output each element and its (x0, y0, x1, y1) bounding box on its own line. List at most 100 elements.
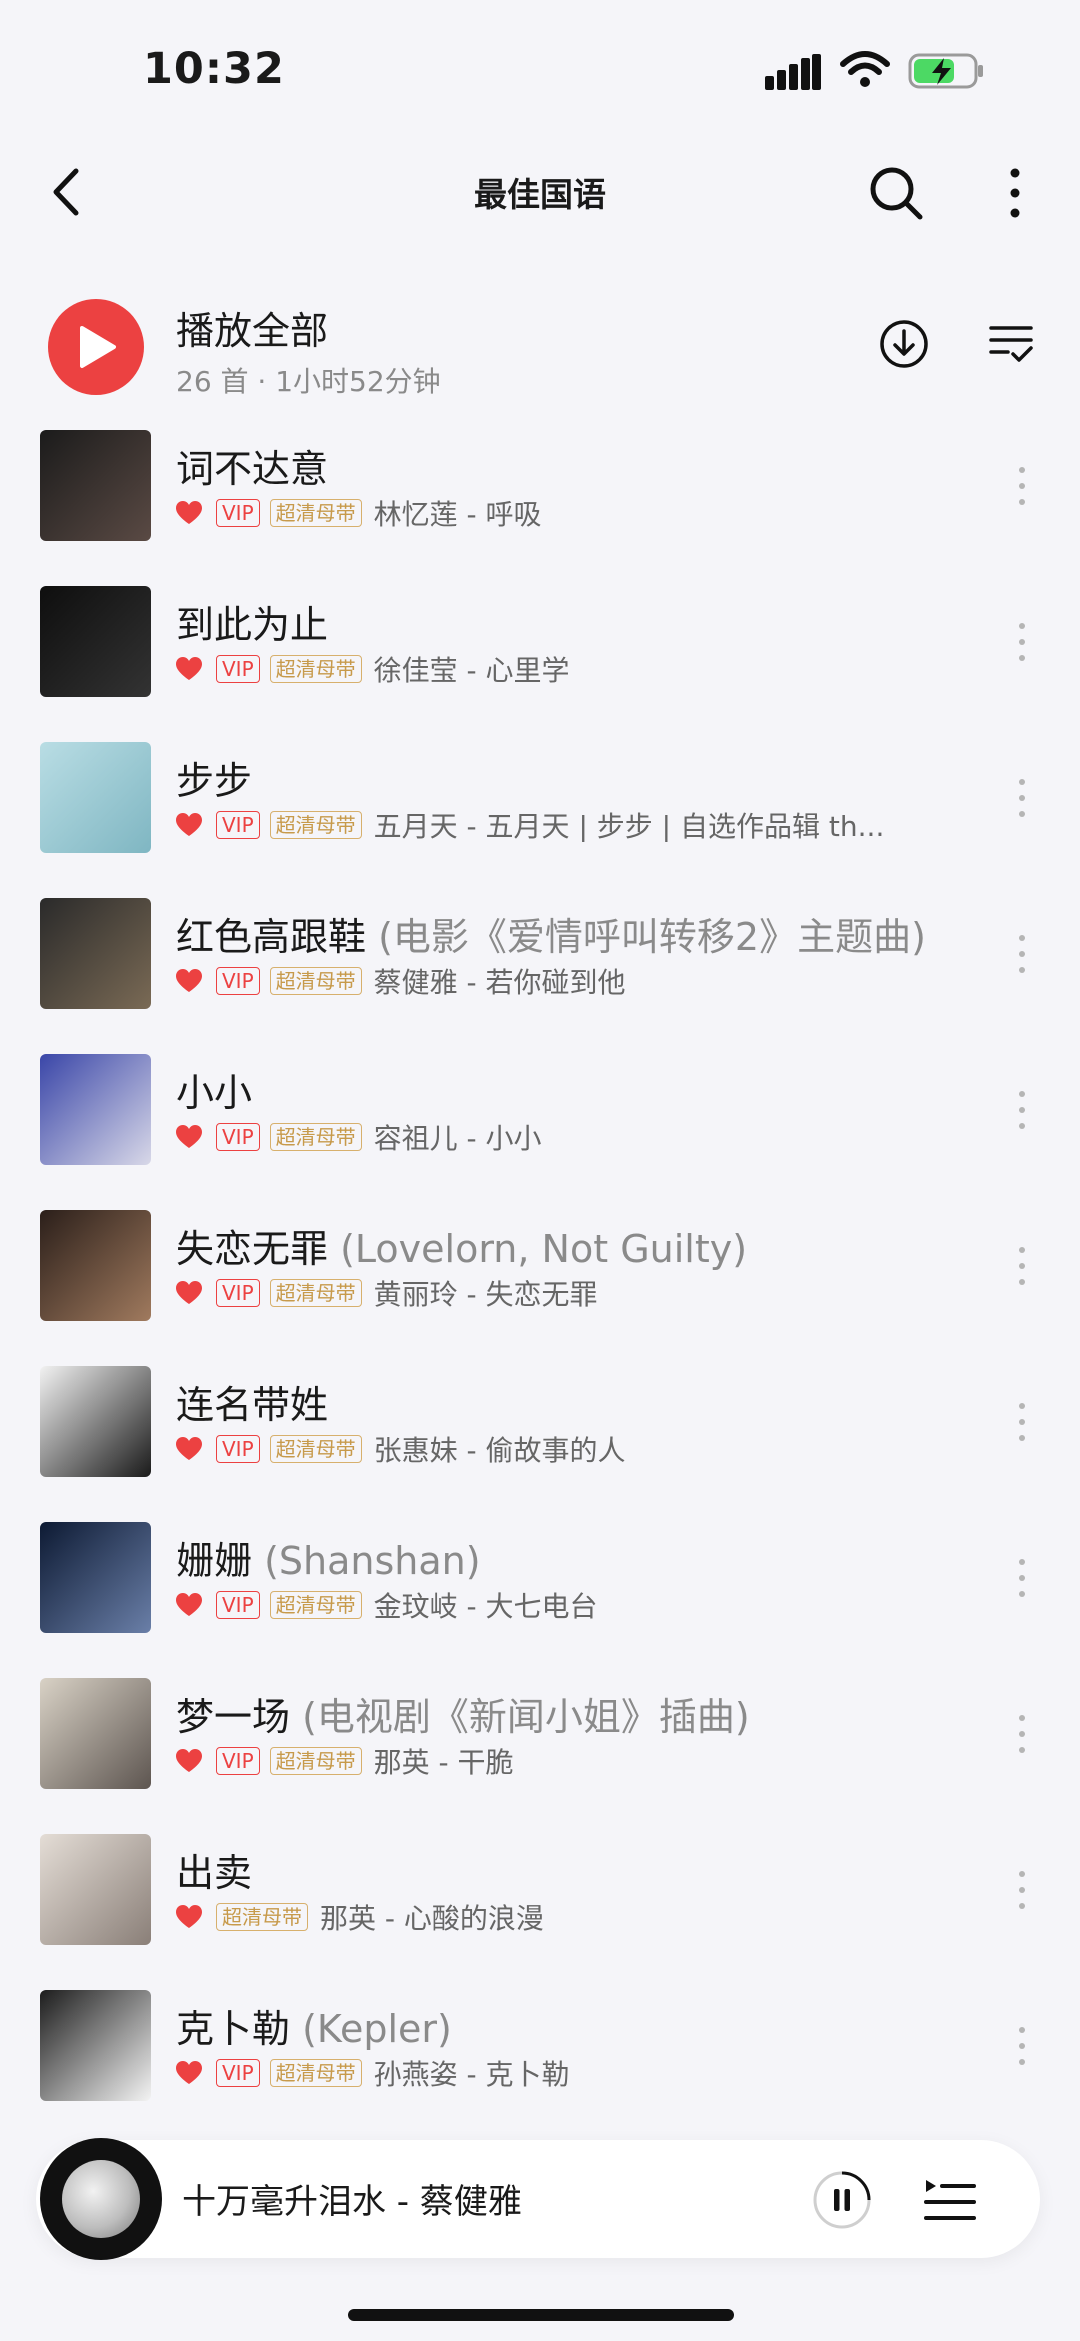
now-playing-disc[interactable] (40, 2138, 162, 2260)
now-playing-title[interactable]: 十万毫升泪水 - 蔡健雅 (182, 2174, 522, 2223)
now-playing-separator: - (386, 2182, 420, 2222)
song-row[interactable]: 失恋无罪 (Lovelorn, Not Guilty) VIP 超清母带 黄丽玲… (0, 1200, 1080, 1356)
song-title-main: 失恋无罪 (176, 1227, 329, 1271)
liked-heart-icon[interactable] (176, 501, 202, 525)
song-title-main: 小小 (176, 1071, 253, 1115)
status-time: 10:32 (143, 44, 285, 94)
song-title-main: 姗姗 (176, 1539, 253, 1583)
liked-heart-icon[interactable] (176, 2061, 202, 2085)
song-more-icon[interactable] (1016, 1244, 1028, 1288)
song-title: 词不达意 (176, 438, 966, 493)
vip-badge: VIP (216, 1747, 260, 1775)
artist-album: 蔡健雅 - 若你碰到他 (373, 966, 626, 998)
song-more-icon[interactable] (1016, 1868, 1028, 1912)
song-meta: VIP 超清母带 黄丽玲 - 失恋无罪 (176, 1276, 926, 1310)
search-icon[interactable] (868, 165, 924, 221)
status-bar: 10:32 (0, 0, 1080, 140)
pause-icon[interactable] (812, 2170, 872, 2230)
song-row[interactable]: 红色高跟鞋 (电影《爱情呼叫转移2》主题曲) VIP 超清母带 蔡健雅 - 若你… (0, 888, 1080, 1044)
wifi-icon (840, 51, 890, 87)
multi-select-icon[interactable] (988, 320, 1034, 366)
song-more-icon[interactable] (1016, 1712, 1028, 1756)
song-title-subtitle: (电视剧《新闻小姐》插曲) (290, 1695, 750, 1739)
song-title-main: 词不达意 (176, 447, 329, 491)
song-more-icon[interactable] (1016, 1088, 1028, 1132)
artist-album: 容祖儿 - 小小 (373, 1122, 542, 1154)
liked-heart-icon[interactable] (176, 1281, 202, 1305)
vip-badge: VIP (216, 811, 260, 839)
hq-master-badge: 超清母带 (269, 2059, 362, 2087)
album-cover (40, 1210, 151, 1321)
song-more-icon[interactable] (1016, 464, 1028, 508)
play-all-label[interactable]: 播放全部 (176, 300, 328, 355)
hq-master-badge: 超清母带 (269, 1747, 362, 1775)
song-row[interactable]: 到此为止 VIP 超清母带 徐佳莹 - 心里学 (0, 576, 1080, 732)
song-title: 出卖 (176, 1842, 966, 1897)
more-options-icon[interactable] (1003, 165, 1027, 221)
liked-heart-icon[interactable] (176, 1905, 202, 1929)
hq-master-badge: 超清母带 (269, 811, 362, 839)
liked-heart-icon[interactable] (176, 1437, 202, 1461)
hq-master-badge: 超清母带 (216, 1903, 308, 1931)
liked-heart-icon[interactable] (176, 657, 202, 681)
artist-album: 林忆莲 - 呼吸 (373, 498, 542, 530)
liked-heart-icon[interactable] (176, 1749, 202, 1773)
download-icon[interactable] (878, 318, 930, 370)
song-row[interactable]: 姗姗 (Shanshan) VIP 超清母带 金玟岐 - 大七电台 (0, 1512, 1080, 1668)
album-cover (40, 1522, 151, 1633)
song-more-icon[interactable] (1016, 776, 1028, 820)
home-indicator (348, 2309, 734, 2321)
artist-album: 五月天 - 五月天 | 步步 | 自选作品辑 th... (373, 810, 885, 842)
song-more-icon[interactable] (1016, 620, 1028, 664)
album-cover (40, 1054, 151, 1165)
song-meta: VIP 超清母带 金玟岐 - 大七电台 (176, 1588, 926, 1622)
song-more-icon[interactable] (1016, 1400, 1028, 1444)
liked-heart-icon[interactable] (176, 969, 202, 993)
song-row[interactable]: 步步 VIP 超清母带 五月天 - 五月天 | 步步 | 自选作品辑 th... (0, 732, 1080, 888)
vip-badge: VIP (216, 1435, 260, 1463)
liked-heart-icon[interactable] (176, 1593, 202, 1617)
song-title-main: 出卖 (176, 1851, 253, 1895)
vip-badge: VIP (216, 1591, 260, 1619)
album-cover (40, 742, 151, 853)
song-title: 小小 (176, 1062, 966, 1117)
song-title: 步步 (176, 750, 966, 805)
artist-album: 黄丽玲 - 失恋无罪 (373, 1278, 598, 1310)
song-title-main: 步步 (176, 759, 253, 803)
liked-heart-icon[interactable] (176, 813, 202, 837)
playlist-queue-icon[interactable] (924, 2174, 976, 2226)
battery-charging-icon (908, 53, 983, 89)
song-row[interactable]: 出卖 超清母带 那英 - 心酸的浪漫 (0, 1824, 1080, 1980)
now-playing-artist: 蔡健雅 (419, 2182, 522, 2222)
vip-badge: VIP (216, 967, 260, 995)
album-cover (40, 1990, 151, 2101)
song-title: 红色高跟鞋 (电影《爱情呼叫转移2》主题曲) (176, 906, 966, 961)
song-row[interactable]: 小小 VIP 超清母带 容祖儿 - 小小 (0, 1044, 1080, 1200)
artist-album: 那英 - 心酸的浪漫 (320, 1902, 544, 1934)
song-more-icon[interactable] (1016, 2024, 1028, 2068)
song-more-icon[interactable] (1016, 932, 1028, 976)
song-row[interactable]: 克卜勒 (Kepler) VIP 超清母带 孙燕姿 - 克卜勒 (0, 1980, 1080, 2136)
album-cover (40, 1678, 151, 1789)
song-meta: VIP 超清母带 五月天 - 五月天 | 步步 | 自选作品辑 th... (176, 808, 926, 842)
liked-heart-icon[interactable] (176, 1125, 202, 1149)
song-title: 到此为止 (176, 594, 966, 649)
song-title: 连名带姓 (176, 1374, 966, 1429)
song-more-icon[interactable] (1016, 1556, 1028, 1600)
song-row[interactable]: 连名带姓 VIP 超清母带 张惠妹 - 偷故事的人 (0, 1356, 1080, 1512)
song-meta: VIP 超清母带 孙燕姿 - 克卜勒 (176, 2056, 926, 2090)
artist-album: 那英 - 干脆 (373, 1746, 514, 1778)
album-cover (40, 898, 151, 1009)
song-meta: VIP 超清母带 林忆莲 - 呼吸 (176, 496, 926, 530)
song-row[interactable]: 词不达意 VIP 超清母带 林忆莲 - 呼吸 (0, 420, 1080, 576)
song-title-subtitle: (Lovelorn, Not Guilty) (328, 1227, 748, 1271)
song-title-main: 梦一场 (176, 1695, 291, 1739)
vip-badge: VIP (216, 655, 260, 683)
song-meta: VIP 超清母带 张惠妹 - 偷故事的人 (176, 1432, 926, 1466)
song-row[interactable]: 梦一场 (电视剧《新闻小姐》插曲) VIP 超清母带 那英 - 干脆 (0, 1668, 1080, 1824)
play-all-button[interactable] (48, 299, 144, 395)
hq-master-badge: 超清母带 (269, 1123, 362, 1151)
vip-badge: VIP (216, 499, 260, 527)
vip-badge: VIP (216, 1279, 260, 1307)
song-meta: VIP 超清母带 徐佳莹 - 心里学 (176, 652, 926, 686)
